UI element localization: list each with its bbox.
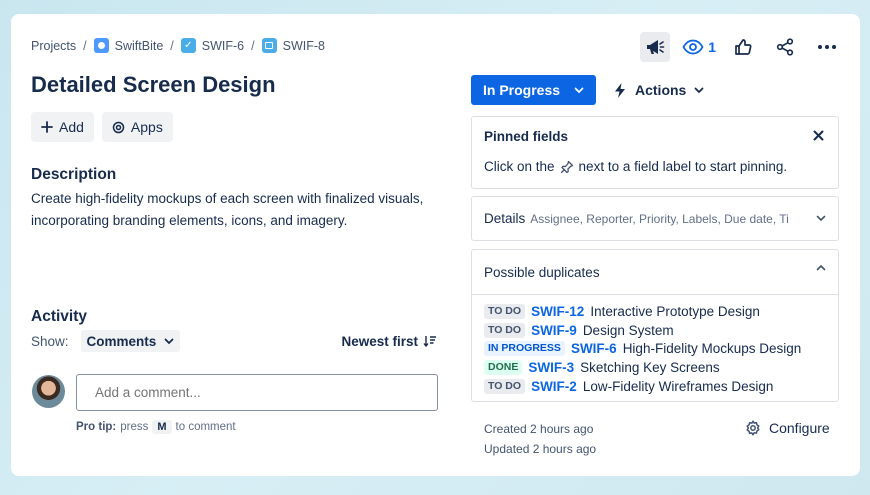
issue-summary: Interactive Prototype Design (590, 303, 760, 319)
pro-tip: Pro tip: press M to comment (76, 420, 236, 434)
issue-key-link[interactable]: SWIF-9 (531, 323, 577, 338)
comment-input[interactable] (76, 374, 438, 411)
updated-timestamp: Updated 2 hours ago (484, 442, 597, 456)
details-panel[interactable]: Details Assignee, Reporter, Priority, La… (471, 196, 839, 241)
show-label: Show: (31, 333, 69, 349)
status-badge: IN PROGRESS (484, 341, 565, 357)
possible-duplicates-panel: Possible duplicates TO DO SWIF-12 Intera… (471, 249, 839, 402)
chevron-down-icon (694, 87, 704, 93)
issue-header-actions: 1 (640, 32, 842, 62)
issue-summary: High-Fidelity Mockups Design (622, 341, 802, 357)
breadcrumb-parent-issue[interactable]: ✓ SWIF-6 (180, 38, 244, 53)
thumbs-up-icon (735, 39, 752, 55)
breadcrumb-separator: / (170, 38, 174, 53)
duplicates-heading: Possible duplicates (484, 265, 600, 280)
pin-icon (560, 160, 573, 173)
chevron-down-icon (816, 215, 826, 222)
created-timestamp: Created 2 hours ago (484, 422, 594, 436)
list-item[interactable]: IN PROGRESS SWIF-6 High-Fidelity Mockups… (484, 340, 801, 359)
description-text[interactable]: Create high-fidelity mockups of each scr… (31, 188, 431, 232)
share-button[interactable] (770, 32, 800, 62)
breadcrumb: Projects / SwiftBite / ✓ SWIF-6 / SWIF-8 (31, 38, 325, 53)
status-badge: TO DO (484, 303, 526, 319)
list-item[interactable]: DONE SWIF-3 Sketching Key Screens (484, 358, 801, 377)
apps-icon (112, 121, 125, 133)
add-button[interactable]: Add (31, 112, 94, 142)
status-badge: TO DO (484, 379, 526, 395)
gear-icon (746, 420, 760, 436)
pinned-fields-heading: Pinned fields (484, 129, 569, 144)
issue-key-link[interactable]: SWIF-3 (528, 360, 574, 375)
watch-count: 1 (708, 39, 716, 55)
duplicates-list: TO DO SWIF-12 Interactive Prototype Desi… (484, 302, 801, 396)
pinned-fields-hint: Click on the next to a field label to st… (484, 159, 788, 174)
actions-button[interactable]: Actions (607, 75, 710, 105)
activity-filter-select[interactable]: Comments (80, 330, 181, 352)
megaphone-icon (647, 40, 665, 54)
breadcrumb-separator: / (251, 38, 255, 53)
issue-title[interactable]: Detailed Screen Design (31, 72, 276, 98)
divider (472, 294, 838, 295)
breadcrumb-separator: / (83, 38, 87, 53)
activity-filter-row: Show: Comments Newest first (31, 330, 437, 352)
sort-icon (423, 336, 436, 347)
activity-heading: Activity (31, 308, 87, 325)
task-icon: ✓ (180, 38, 196, 53)
sort-order-button[interactable]: Newest first (341, 334, 437, 349)
apps-button[interactable]: Apps (101, 112, 173, 142)
list-item[interactable]: TO DO SWIF-9 Design System (484, 321, 801, 340)
details-heading: Details (484, 211, 526, 226)
watch-button[interactable]: 1 (682, 39, 716, 55)
subtask-icon (261, 38, 277, 53)
keyboard-shortcut: M (152, 420, 172, 434)
list-item[interactable]: TO DO SWIF-12 Interactive Prototype Desi… (484, 302, 801, 321)
issue-key-link[interactable]: SWIF-6 (571, 341, 617, 356)
plus-icon (41, 121, 53, 133)
issue-key-link[interactable]: SWIF-12 (531, 304, 584, 319)
chevron-down-icon (164, 338, 174, 344)
breadcrumb-current-issue[interactable]: SWIF-8 (261, 38, 325, 53)
project-avatar-icon (93, 38, 109, 53)
close-pinned-button[interactable] (808, 125, 828, 145)
configure-button[interactable]: Configure (745, 420, 830, 436)
issue-summary: Sketching Key Screens (580, 360, 720, 376)
eye-icon (682, 39, 704, 55)
list-item[interactable]: TO DO SWIF-2 Low-Fidelity Wireframes Des… (484, 377, 801, 396)
feedback-button[interactable] (640, 32, 671, 62)
issue-key-link[interactable]: SWIF-2 (531, 379, 577, 394)
lightning-icon (615, 82, 625, 98)
issue-toolbar: Add Apps (31, 112, 173, 142)
chevron-up-icon[interactable] (816, 264, 826, 271)
issue-card: Projects / SwiftBite / ✓ SWIF-6 / SWIF-8… (11, 14, 860, 476)
description-heading: Description (31, 166, 117, 183)
breadcrumb-projects[interactable]: Projects (31, 39, 76, 53)
issue-summary: Low-Fidelity Wireframes Design (582, 379, 774, 395)
share-icon (776, 38, 794, 56)
status-button[interactable]: In Progress (471, 75, 597, 105)
avatar (32, 375, 65, 408)
status-badge: DONE (484, 360, 523, 376)
status-badge: TO DO (484, 322, 526, 338)
chevron-down-icon (574, 87, 584, 93)
more-actions-button[interactable] (812, 32, 842, 62)
details-fields-summary: Assignee, Reporter, Priority, Labels, Du… (530, 211, 789, 226)
pinned-fields-panel: Pinned fields Click on the next to a fie… (471, 116, 839, 189)
close-icon (813, 130, 823, 140)
breadcrumb-project[interactable]: SwiftBite (93, 38, 163, 53)
vote-button[interactable] (728, 32, 758, 62)
issue-summary: Design System (582, 322, 674, 338)
more-icon (818, 45, 836, 49)
